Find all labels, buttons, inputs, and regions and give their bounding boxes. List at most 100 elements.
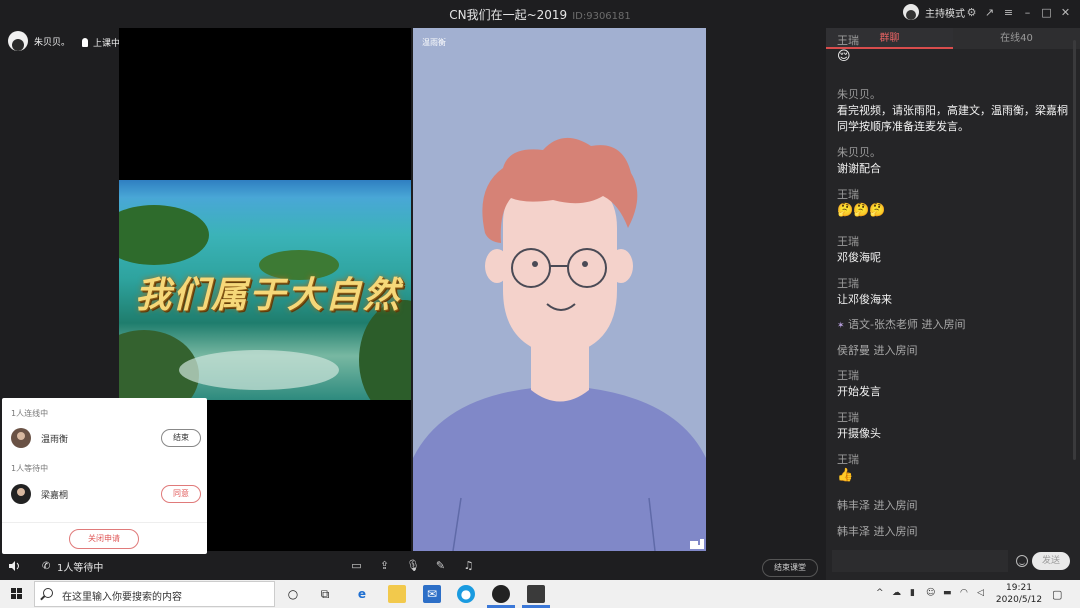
chat-text: 邓俊海呢 — [837, 251, 881, 264]
send-button[interactable]: 发送 — [1032, 552, 1070, 570]
chat-text: 👍 — [837, 468, 854, 483]
chat-text: 让邓俊海来 — [837, 293, 892, 306]
chat-message: 王瑞 🤔🤔🤔 — [837, 187, 1073, 219]
chat-system-message: 韩丰泽 进入房间 — [837, 498, 1073, 514]
network-icon[interactable]: ◠ — [960, 588, 968, 598]
chat-text: 开始发言 — [837, 385, 881, 398]
agree-button[interactable]: 同意 — [161, 485, 201, 503]
room-title: 我们在一起~2019 — [466, 8, 568, 22]
mail-icon[interactable]: ✉ — [423, 585, 441, 603]
microphone-icon[interactable]: 🎙 — [406, 560, 420, 572]
connected-row: 温雨衡 结束 — [11, 427, 201, 449]
connected-header: 1人连线中 — [11, 409, 49, 418]
chat-system-message: ✶ 语文-张杰老师 进入房间 — [837, 317, 1073, 334]
running-app-icon[interactable] — [527, 585, 545, 603]
host-user-avatar — [8, 31, 28, 51]
edge-browser-icon[interactable]: e — [353, 585, 371, 603]
shoal — [179, 350, 339, 390]
volume-icon[interactable]: ◁ — [977, 588, 984, 598]
taskbar-search[interactable]: 在这里输入你要搜索的内容 — [34, 581, 275, 607]
class-status-label: 上课中 — [93, 39, 121, 49]
phone-icon: ✆ — [42, 560, 51, 572]
room-id: ID:9306181 — [572, 11, 631, 22]
cortana-icon[interactable]: ○ — [284, 585, 302, 603]
divider — [2, 522, 207, 523]
emoji-icon[interactable] — [1016, 555, 1028, 567]
teacher-badge-icon: ✶ — [837, 321, 845, 331]
task-view-icon[interactable]: ⧉ — [316, 585, 334, 603]
island — [119, 205, 209, 265]
chat-text: 🤔🤔🤔 — [837, 203, 886, 218]
panda-app-icon[interactable] — [492, 585, 510, 603]
popout-icon[interactable]: ↗ — [984, 7, 995, 18]
clock-time: 19:21 — [1006, 583, 1032, 593]
end-connection-button[interactable]: 结束 — [161, 429, 201, 447]
waiting-label: 1人等待中 — [57, 563, 104, 574]
close-apply-button[interactable]: 关闭申请 — [69, 529, 139, 549]
cloud-icon[interactable]: ☁ — [892, 588, 901, 598]
waiting-header: 1人等待中 — [11, 464, 49, 473]
chat-message: 王瑞 开始发言 — [837, 368, 1073, 400]
whiteboard-icon[interactable]: ✎ — [434, 560, 447, 572]
host-avatar — [903, 4, 919, 20]
chat-sender: 王瑞 — [837, 369, 859, 382]
chat-scrollbar[interactable] — [1073, 40, 1076, 460]
music-icon[interactable]: ♫ — [462, 560, 475, 572]
chat-message: 朱贝贝。 看完视频，请张雨阳，高建文，温雨衡，梁嘉桐同学按顺序准备连麦发言。 — [837, 87, 1073, 135]
file-explorer-icon[interactable] — [388, 585, 406, 603]
settings-icon[interactable]: ⚙ — [966, 7, 977, 18]
chat-message: 朱贝贝。 谢谢配合 — [837, 145, 1073, 177]
chat-input-row: 发送 — [832, 550, 1076, 574]
host-mode[interactable]: 主持模式 — [903, 4, 965, 20]
share-screen-icon[interactable]: ⇪ — [378, 560, 391, 572]
waiting-name: 梁嘉桐 — [41, 490, 69, 501]
chat-sender: 朱贝贝。 — [837, 88, 881, 101]
search-placeholder: 在这里输入你要搜索的内容 — [62, 592, 182, 603]
waiting-row: 梁嘉桐 同意 — [11, 483, 201, 505]
user-tray-icon[interactable]: ☺ — [926, 588, 935, 598]
system-text: 韩丰泽 进入房间 — [837, 525, 918, 538]
classroom-app-icon[interactable]: ● — [457, 585, 475, 603]
system-text: 侯舒曼 进入房间 — [837, 344, 918, 357]
chat-message: 王瑞 开摄像头 — [837, 410, 1073, 442]
menu-icon[interactable]: ≡ — [1003, 7, 1014, 18]
system-text: 语文-张杰老师 进入房间 — [848, 318, 966, 331]
tray-chevron-icon[interactable]: ^ — [876, 588, 884, 598]
title-bar: CN我们在一起~2019 ID:9306181 主持模式 ⚙ ↗ ≡ – □ ✕ — [0, 0, 1080, 27]
search-icon — [43, 588, 53, 598]
chat-message: 王瑞 👍 — [837, 452, 1073, 484]
chat-sender: 王瑞 — [837, 411, 859, 424]
app-window: CN我们在一起~2019 ID:9306181 主持模式 ⚙ ↗ ≡ – □ ✕ … — [0, 0, 1080, 580]
avatar — [11, 484, 31, 504]
end-class-button[interactable]: 结束课堂 — [762, 559, 818, 577]
chat-sender: 王瑞 — [837, 188, 859, 201]
chat-text: 谢谢配合 — [837, 162, 881, 175]
battery-icon[interactable]: ▬ — [943, 588, 952, 598]
windows-taskbar: 在这里输入你要搜索的内容 ○ ⧉ e ✉ ● ^ ☁ ▮ ☺ ▬ ◠ ◁ 19:… — [0, 580, 1080, 608]
usb-icon[interactable]: ▮ — [910, 588, 915, 598]
chat-input[interactable] — [832, 550, 1008, 572]
connect-request-popup: 1人连线中 温雨衡 结束 1人等待中 梁嘉桐 同意 关闭申请 — [2, 398, 207, 554]
notifications-icon[interactable]: ▢ — [1052, 588, 1062, 601]
maximize-icon[interactable]: □ — [1041, 7, 1052, 18]
camera-icon[interactable]: ▭ — [350, 560, 363, 572]
close-icon[interactable]: ✕ — [1060, 7, 1071, 18]
speaker-icon[interactable] — [9, 561, 21, 571]
chat-sender: 朱贝贝。 — [837, 146, 881, 159]
taskbar-clock[interactable]: 19:21 2020/5/12 — [993, 582, 1045, 606]
host-user-name: 朱贝贝。 — [34, 37, 71, 48]
video-frame: 我们属于大自然 — [119, 180, 411, 400]
bulb-icon — [82, 38, 88, 47]
windows-start-icon[interactable] — [11, 588, 23, 600]
video-caption: 我们属于大自然 — [134, 274, 401, 316]
fullscreen-icon[interactable] — [682, 531, 706, 551]
clock-date: 2020/5/12 — [995, 595, 1043, 605]
waiting-indicator[interactable]: ✆ 1人等待中 — [42, 559, 103, 574]
chat-sender: 王瑞 — [837, 277, 859, 290]
chat-text: 开摄像头 — [837, 427, 881, 440]
chat-system-message: 侯舒曼 进入房间 — [837, 343, 1073, 359]
avatar — [11, 428, 31, 448]
chat-text: 看完视频，请张雨阳，高建文，温雨衡，梁嘉桐同学按顺序准备连麦发言。 — [837, 104, 1068, 133]
minimize-icon[interactable]: – — [1022, 7, 1033, 18]
chat-text: 😌 — [837, 49, 851, 64]
